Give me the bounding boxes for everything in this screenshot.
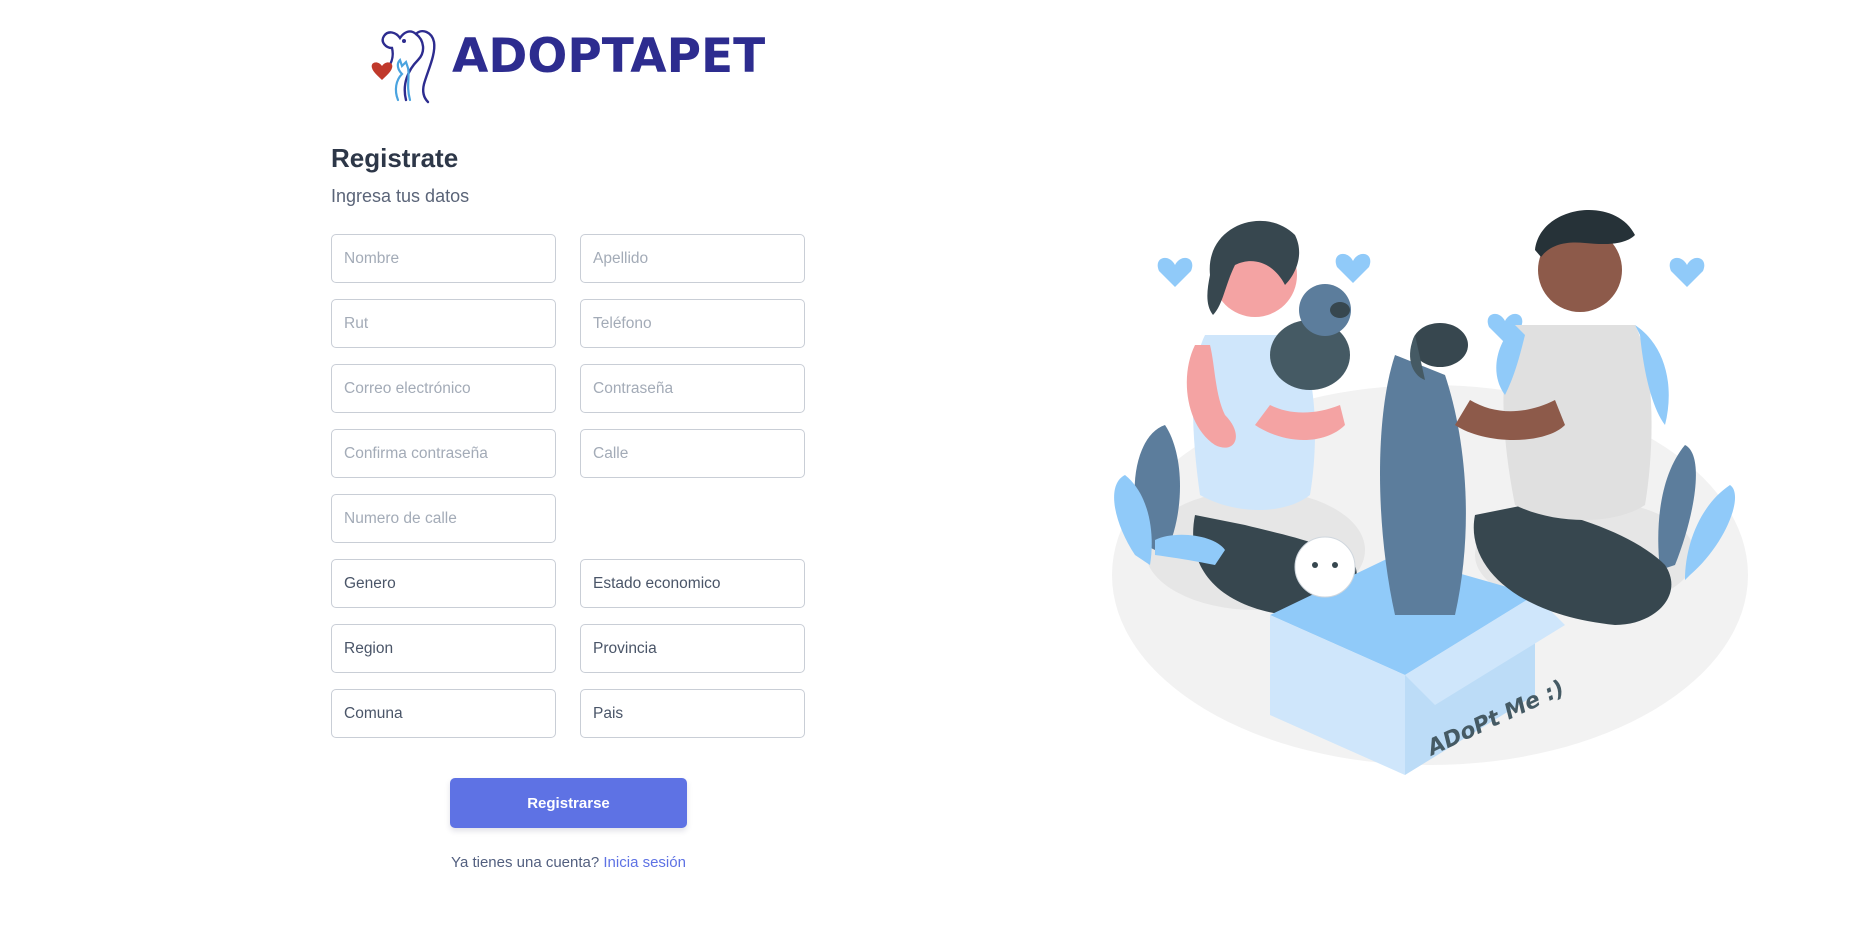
registrarse-button[interactable]: Registrarse — [450, 778, 687, 828]
cat-figure — [1294, 536, 1356, 598]
pais-select[interactable]: Pais — [580, 689, 805, 738]
page-title: Registrate — [331, 143, 459, 173]
region-select[interactable]: Region — [331, 624, 556, 673]
man-figure — [1455, 209, 1672, 625]
dog-cat-logo-icon — [371, 30, 436, 104]
rut-input[interactable] — [331, 299, 556, 348]
genero-select[interactable]: Genero — [331, 559, 556, 608]
login-prompt-text: Ya tienes una cuenta? — [451, 854, 600, 871]
nombre-input[interactable] — [331, 234, 556, 283]
provincia-select[interactable]: Provincia — [580, 624, 805, 673]
confirma-contrasena-input[interactable] — [331, 429, 556, 478]
login-prompt: Ya tienes una cuenta? Inicia sesión — [331, 854, 806, 871]
adoptapet-logo[interactable]: ADOPTAPET — [358, 14, 778, 104]
calle-input[interactable] — [580, 429, 805, 478]
dog-figure — [1380, 323, 1468, 615]
page-subtitle: Ingresa tus datos — [331, 186, 470, 206]
numero-calle-input[interactable] — [331, 494, 556, 543]
estado-economico-select[interactable]: Estado economico — [580, 559, 805, 608]
apellido-input[interactable] — [580, 234, 805, 283]
contrasena-input[interactable] — [580, 364, 805, 413]
login-link[interactable]: Inicia sesión — [603, 854, 686, 871]
correo-input[interactable] — [331, 364, 556, 413]
comuna-select[interactable]: Comuna — [331, 689, 556, 738]
brand-wordmark: ADOPTAPET — [452, 28, 766, 84]
adopt-pets-illustration: ADoPt Me :) — [1112, 209, 1748, 775]
telefono-input[interactable] — [580, 299, 805, 348]
